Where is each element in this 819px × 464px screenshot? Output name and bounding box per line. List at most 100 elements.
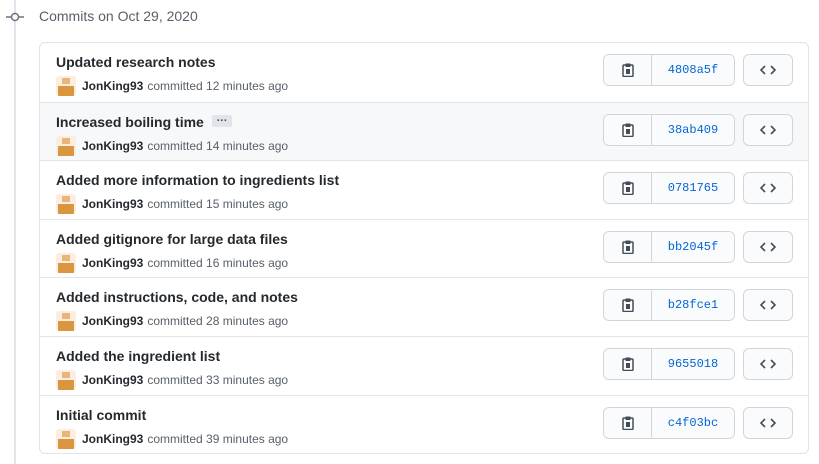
commit-group-title: Commits on Oct 29, 2020 xyxy=(39,8,198,24)
copy-sha-button[interactable] xyxy=(604,348,652,379)
avatar[interactable] xyxy=(56,135,76,156)
copy-sha-button[interactable] xyxy=(604,231,652,262)
commit-sha-link[interactable]: 4808a5f xyxy=(652,55,734,85)
commit-row: Initial commit JonKing93 committed 39 mi… xyxy=(40,394,808,453)
author-link[interactable]: JonKing93 xyxy=(82,256,143,270)
code-icon xyxy=(760,359,776,369)
copy-sha-button[interactable] xyxy=(604,407,652,438)
browse-repo-button[interactable] xyxy=(743,54,793,86)
clipboard-icon xyxy=(621,357,634,371)
author-link[interactable]: JonKing93 xyxy=(82,197,143,211)
commit-meta: JonKing93 committed 12 minutes ago xyxy=(56,76,289,96)
relative-time: 39 minutes ago xyxy=(206,431,289,446)
author-link[interactable]: JonKing93 xyxy=(82,139,143,153)
commit-meta: JonKing93 committed 14 minutes ago xyxy=(56,135,289,156)
browse-repo-button[interactable] xyxy=(743,172,793,205)
committed-label: committed xyxy=(147,255,203,270)
commit-row: Updated research notes JonKing93 committ… xyxy=(40,43,808,102)
relative-time: 33 minutes ago xyxy=(206,372,289,387)
author-link[interactable]: JonKing93 xyxy=(82,373,143,387)
commit-title-link[interactable]: Added gitignore for large data files xyxy=(56,231,288,247)
commit-sha-link[interactable]: 9655018 xyxy=(652,348,734,379)
code-icon xyxy=(760,65,776,75)
commit-title-link[interactable]: Increased boiling time xyxy=(56,114,204,130)
avatar[interactable] xyxy=(56,369,76,390)
commit-title-row: Increased boiling time … xyxy=(56,112,232,130)
clipboard-icon xyxy=(621,123,634,137)
code-icon xyxy=(760,125,776,135)
copy-sha-button[interactable] xyxy=(604,290,652,321)
commit-meta: JonKing93 committed 33 minutes ago xyxy=(56,369,289,390)
timeline-line xyxy=(14,0,16,464)
code-icon xyxy=(760,183,776,193)
commit-title-link[interactable]: Initial commit xyxy=(56,407,146,423)
clipboard-icon xyxy=(621,240,634,254)
committed-label: committed xyxy=(147,431,203,446)
copy-sha-button[interactable] xyxy=(604,173,652,204)
clipboard-icon xyxy=(621,63,634,77)
copy-sha-button[interactable] xyxy=(604,114,652,145)
avatar[interactable] xyxy=(56,428,76,449)
commit-group-header: Commits on Oct 29, 2020 xyxy=(0,0,819,34)
avatar[interactable] xyxy=(56,194,76,215)
commit-title-row: Initial commit xyxy=(56,407,146,423)
relative-time: 14 minutes ago xyxy=(206,138,289,153)
commit-meta: JonKing93 committed 15 minutes ago xyxy=(56,194,289,215)
commit-sha-link[interactable]: b28fce1 xyxy=(652,290,734,321)
sha-button-group: 38ab409 xyxy=(603,113,735,146)
commit-row: Added the ingredient list JonKing93 comm… xyxy=(40,335,808,395)
relative-time: 28 minutes ago xyxy=(206,314,289,329)
code-icon xyxy=(760,242,776,252)
commit-sha-link[interactable]: c4f03bc xyxy=(652,407,734,438)
commit-sha-link[interactable]: 38ab409 xyxy=(652,114,734,145)
browse-repo-button[interactable] xyxy=(743,347,793,380)
sha-button-group: 9655018 xyxy=(603,347,735,380)
browse-repo-button[interactable] xyxy=(743,113,793,146)
code-icon xyxy=(760,300,776,310)
relative-time: 15 minutes ago xyxy=(206,197,289,212)
committed-label: committed xyxy=(147,197,203,212)
author-link[interactable]: JonKing93 xyxy=(82,314,143,328)
author-link[interactable]: JonKing93 xyxy=(82,432,143,446)
commit-meta: JonKing93 committed 28 minutes ago xyxy=(56,311,289,332)
sha-button-group: 4808a5f xyxy=(603,54,735,86)
sha-button-group: b28fce1 xyxy=(603,289,735,322)
commit-row: Increased boiling time … JonKing93 commit… xyxy=(40,101,808,161)
avatar[interactable] xyxy=(56,252,76,273)
clipboard-icon xyxy=(621,416,634,430)
relative-time: 12 minutes ago xyxy=(206,79,289,93)
avatar[interactable] xyxy=(56,311,76,332)
commit-list: Updated research notes JonKing93 committ… xyxy=(39,42,809,454)
author-link[interactable]: JonKing93 xyxy=(82,79,143,93)
browse-repo-button[interactable] xyxy=(743,406,793,439)
commit-meta: JonKing93 committed 16 minutes ago xyxy=(56,252,289,273)
commit-row: Added more information to ingredients li… xyxy=(40,160,808,219)
commit-meta: JonKing93 committed 39 minutes ago xyxy=(56,428,289,449)
git-commit-icon xyxy=(6,12,24,22)
browse-repo-button[interactable] xyxy=(743,289,793,322)
commit-title-row: Added instructions, code, and notes xyxy=(56,289,298,305)
commit-sha-link[interactable]: bb2045f xyxy=(652,231,734,262)
clipboard-icon xyxy=(621,181,634,196)
copy-sha-button[interactable] xyxy=(604,55,652,85)
browse-repo-button[interactable] xyxy=(743,230,793,263)
avatar[interactable] xyxy=(56,76,76,96)
commit-title-row: Added the ingredient list xyxy=(56,348,220,364)
commit-row: Added instructions, code, and notes JonK… xyxy=(40,277,808,336)
commit-title-link[interactable]: Added more information to ingredients li… xyxy=(56,172,339,188)
sha-button-group: 0781765 xyxy=(603,172,735,205)
commit-title-link[interactable]: Added instructions, code, and notes xyxy=(56,289,298,305)
commit-title-link[interactable]: Added the ingredient list xyxy=(56,348,220,364)
expand-message-button[interactable]: … xyxy=(211,112,232,127)
commit-sha-link[interactable]: 0781765 xyxy=(652,173,734,204)
committed-label: committed xyxy=(147,138,203,153)
committed-label: committed xyxy=(147,314,203,329)
commit-title-row: Updated research notes xyxy=(56,54,216,70)
committed-label: committed xyxy=(147,372,203,387)
committed-label: committed xyxy=(147,79,203,93)
commit-title-link[interactable]: Updated research notes xyxy=(56,54,216,70)
relative-time: 16 minutes ago xyxy=(206,255,289,270)
commit-row: Added gitignore for large data files Jon… xyxy=(40,218,808,278)
sha-button-group: bb2045f xyxy=(603,230,735,263)
code-icon xyxy=(760,417,776,428)
